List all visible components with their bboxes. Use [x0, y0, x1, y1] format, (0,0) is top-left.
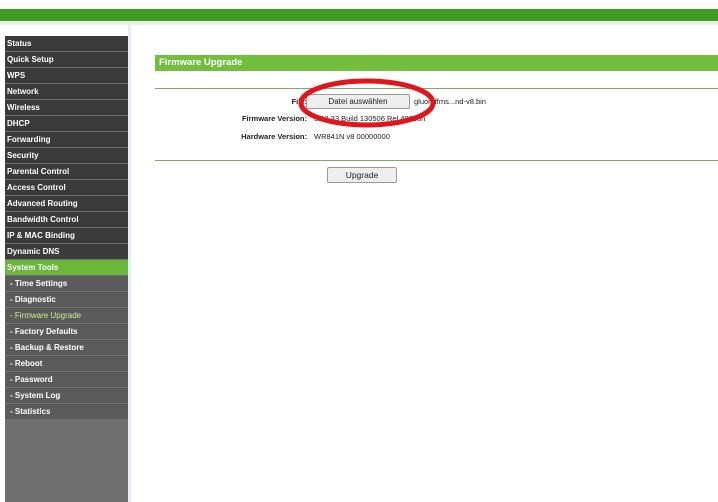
bottom-divider: [155, 160, 718, 161]
top-divider: [155, 88, 718, 89]
file-label: File:: [291, 97, 307, 106]
brand-bar: [0, 9, 718, 21]
sidebar-item-dhcp[interactable]: DHCP: [5, 116, 128, 131]
sidebar-item-quick-setup[interactable]: Quick Setup: [5, 52, 128, 67]
sidebar-subitem-diagnostic[interactable]: - Diagnostic: [5, 292, 128, 307]
sidebar-subitem-system-log[interactable]: - System Log: [5, 388, 128, 403]
sidebar-subitem-statistics[interactable]: - Statistics: [5, 404, 128, 419]
sidebar-item-advanced-routing[interactable]: Advanced Routing: [5, 196, 128, 211]
sidebar-item-forwarding[interactable]: Forwarding: [5, 132, 128, 147]
sidebar-subitem-firmware-upgrade[interactable]: - Firmware Upgrade: [5, 308, 128, 323]
firmware-version-label: Firmware Version:: [241, 114, 307, 123]
sidebar-subitem-reboot[interactable]: - Reboot: [5, 356, 128, 371]
sidebar-item-ip-mac-binding[interactable]: IP & MAC Binding: [5, 228, 128, 243]
selected-file-name: gluon-ffms...nd-v8.bin: [414, 97, 486, 106]
sidebar-item-wireless[interactable]: Wireless: [5, 100, 128, 115]
sidebar-item-status[interactable]: Status: [5, 36, 128, 51]
sidebar-item-security[interactable]: Security: [5, 148, 128, 163]
sidebar-item-parental-control[interactable]: Parental Control: [5, 164, 128, 179]
main-content: Firmware Upgrade File: Datei auswählen g…: [131, 25, 718, 502]
sidebar-item-dynamic-dns[interactable]: Dynamic DNS: [5, 244, 128, 259]
page-title: Firmware Upgrade: [155, 55, 718, 71]
choose-file-button[interactable]: Datei auswählen: [306, 94, 410, 109]
hardware-version-label: Hardware Version:: [241, 132, 307, 141]
hardware-version-value: WR841N v8 00000000: [314, 132, 390, 141]
sidebar-item-bandwidth-control[interactable]: Bandwidth Control: [5, 212, 128, 227]
sidebar-item-access-control[interactable]: Access Control: [5, 180, 128, 195]
sidebar-subitem-password[interactable]: - Password: [5, 372, 128, 387]
sidebar-menu: Status Quick Setup WPS Network Wireless …: [5, 36, 128, 502]
sidebar-subitem-backup-restore[interactable]: - Backup & Restore: [5, 340, 128, 355]
sidebar-subitem-time-settings[interactable]: - Time Settings: [5, 276, 128, 291]
sidebar-item-wps[interactable]: WPS: [5, 68, 128, 83]
top-border: [0, 0, 718, 9]
firmware-version-value: 3.13.33 Build 130506 Rel.48660n: [314, 114, 426, 123]
upgrade-button[interactable]: Upgrade: [327, 167, 397, 183]
sidebar-subitem-factory-defaults[interactable]: - Factory Defaults: [5, 324, 128, 339]
sidebar-item-network[interactable]: Network: [5, 84, 128, 99]
sidebar-item-system-tools[interactable]: System Tools: [5, 260, 128, 275]
